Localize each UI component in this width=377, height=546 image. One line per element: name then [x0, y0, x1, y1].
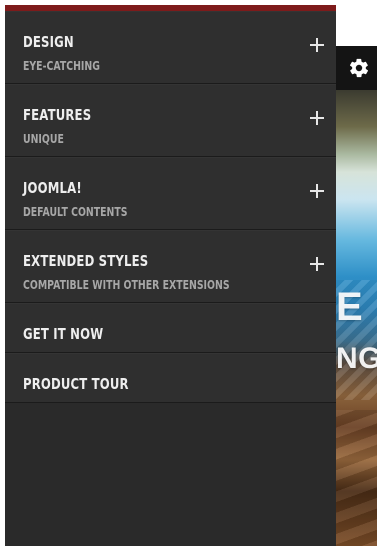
hero-image: E NG [336, 90, 377, 546]
menu-item-joomla[interactable]: JOOMLA! DEFAULT CONTENTS [5, 157, 336, 230]
menu-item-subtitle: COMPATIBLE WITH OTHER EXTENSIONS [23, 278, 230, 292]
menu-item-extended-styles[interactable]: EXTENDED STYLES COMPATIBLE WITH OTHER EX… [5, 230, 336, 303]
menu-item-title: EXTENDED STYLES [23, 252, 149, 270]
menu-item-subtitle: EYE-CATCHING [23, 59, 100, 73]
menu-item-title: FEATURES [23, 106, 92, 124]
hero-text-line-2: NG [336, 342, 377, 375]
menu-item-product-tour[interactable]: PRODUCT TOUR [5, 353, 336, 403]
menu-item-title: PRODUCT TOUR [23, 375, 129, 393]
gear-icon[interactable] [348, 57, 370, 79]
top-bar [336, 46, 377, 90]
menu-empty-area [5, 403, 336, 543]
menu-item-design[interactable]: DESIGN EYE-CATCHING [5, 11, 336, 84]
menu-item-title: DESIGN [23, 33, 74, 51]
menu-item-features[interactable]: FEATURES UNIQUE [5, 84, 336, 157]
menu-item-subtitle: DEFAULT CONTENTS [23, 205, 128, 219]
menu-item-title: GET IT NOW [23, 325, 104, 343]
menu-item-subtitle: UNIQUE [23, 132, 64, 146]
off-canvas-menu: DESIGN EYE-CATCHING FEATURES UNIQUE JOOM… [5, 5, 336, 546]
hero-text-line-1: E [336, 285, 364, 329]
expand-plus-icon[interactable] [310, 111, 324, 125]
expand-plus-icon[interactable] [310, 38, 324, 52]
menu-item-get-it-now[interactable]: GET IT NOW [5, 303, 336, 353]
expand-plus-icon[interactable] [310, 257, 324, 271]
expand-plus-icon[interactable] [310, 184, 324, 198]
menu-item-title: JOOMLA! [23, 179, 82, 197]
